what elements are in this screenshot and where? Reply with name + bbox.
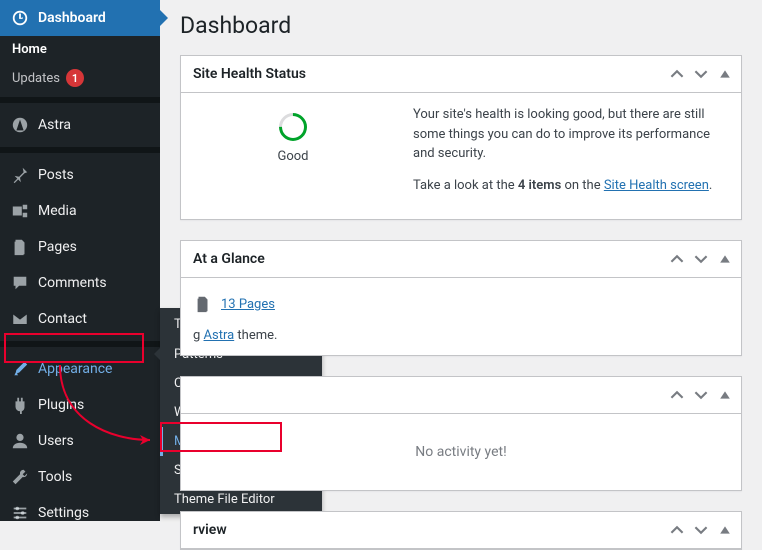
health-status-label: Good [193, 149, 393, 164]
sidebar-item-contact[interactable]: Contact [0, 301, 160, 337]
dashboard-icon [10, 8, 30, 28]
sidebar-item-pages[interactable]: Pages [0, 229, 160, 265]
sidebar-item-media[interactable]: Media [0, 193, 160, 229]
at-a-glance-box: At a Glance 13 Pages g Astra theme. [180, 240, 742, 356]
overview-box: rview [180, 511, 742, 550]
move-up-icon[interactable] [667, 249, 687, 269]
sidebar-pages-label: Pages [38, 239, 77, 255]
site-health-header: Site Health Status [181, 56, 741, 93]
sidebar-separator [0, 97, 160, 103]
sidebar-updates-label: Updates [12, 71, 60, 86]
wrench-icon [10, 467, 30, 487]
sidebar-item-users[interactable]: Users [0, 423, 160, 459]
box-actions [667, 64, 741, 84]
glance-header: At a Glance [181, 241, 741, 278]
settings-icon [10, 503, 30, 523]
activity-body: No activity yet! [181, 414, 741, 490]
overview-title: rview [181, 512, 667, 548]
toggle-icon[interactable] [715, 385, 735, 405]
sidebar-item-plugins[interactable]: Plugins [0, 387, 160, 423]
move-up-icon[interactable] [667, 64, 687, 84]
updates-badge: 1 [66, 69, 84, 87]
site-health-title: Site Health Status [181, 56, 667, 92]
overview-header: rview [181, 512, 741, 549]
sidebar-item-comments[interactable]: Comments [0, 265, 160, 301]
health-circle-icon [273, 107, 313, 147]
site-health-p1: Your site's health is looking good, but … [413, 105, 729, 164]
astra-icon [10, 115, 30, 135]
sidebar-item-dashboard[interactable]: Dashboard [0, 0, 160, 36]
move-up-icon[interactable] [667, 385, 687, 405]
sidebar-settings-label: Settings [38, 505, 89, 521]
toggle-icon[interactable] [715, 520, 735, 540]
glance-pages-link[interactable]: 13 Pages [221, 297, 275, 312]
sidebar-comments-label: Comments [38, 275, 107, 291]
move-down-icon[interactable] [691, 520, 711, 540]
sidebar-item-appearance[interactable]: Appearance [0, 351, 160, 387]
pages-icon [193, 294, 213, 314]
sidebar-tools-label: Tools [38, 469, 72, 485]
sidebar-item-astra[interactable]: Astra [0, 107, 160, 143]
sidebar-posts-label: Posts [38, 167, 74, 183]
content-area: Dashboard Site Health Status Good Your s… [160, 0, 762, 550]
items-count: 4 items [518, 178, 561, 193]
site-health-p2: Take a look at the 4 items on the Site H… [413, 176, 729, 196]
site-health-text: Your site's health is looking good, but … [413, 105, 729, 207]
comment-icon [10, 273, 30, 293]
glance-body: 13 Pages g Astra theme. [181, 278, 741, 355]
glance-pages-row: 13 Pages [193, 290, 729, 318]
box-actions [667, 520, 741, 540]
mail-icon [10, 309, 30, 329]
sidebar-astra-label: Astra [38, 117, 71, 133]
no-activity-text: No activity yet! [193, 426, 729, 478]
site-health-link[interactable]: Site Health screen [604, 178, 709, 193]
sidebar-separator [0, 147, 160, 153]
toggle-icon[interactable] [715, 249, 735, 269]
toggle-icon[interactable] [715, 64, 735, 84]
glance-title: At a Glance [181, 241, 667, 277]
sidebar-separator [0, 341, 160, 347]
glance-theme-line: g Astra theme. [193, 328, 729, 343]
sidebar-contact-label: Contact [38, 311, 87, 327]
sidebar-appearance-label: Appearance [38, 361, 112, 377]
media-icon [10, 201, 30, 221]
sidebar-sub-home[interactable]: Home [0, 36, 160, 63]
move-down-icon[interactable] [691, 249, 711, 269]
pin-icon [10, 165, 30, 185]
user-icon [10, 431, 30, 451]
activity-box: No activity yet! [180, 376, 742, 491]
move-down-icon[interactable] [691, 385, 711, 405]
sidebar-dashboard-label: Dashboard [38, 10, 106, 26]
plug-icon [10, 395, 30, 415]
move-up-icon[interactable] [667, 520, 687, 540]
activity-title [181, 377, 667, 413]
glance-theme-link[interactable]: Astra [204, 328, 235, 343]
box-actions [667, 249, 741, 269]
sidebar-sub-updates[interactable]: Updates 1 [0, 63, 160, 93]
sidebar-plugins-label: Plugins [38, 397, 84, 413]
brush-icon [10, 359, 30, 379]
page-title: Dashboard [180, 0, 742, 55]
sidebar-item-settings[interactable]: Settings [0, 495, 160, 531]
sidebar-item-tools[interactable]: Tools [0, 459, 160, 495]
site-health-gauge: Good [193, 105, 393, 164]
activity-header [181, 377, 741, 414]
admin-sidebar: Dashboard Home Updates 1 Astra Posts Med… [0, 0, 160, 521]
sidebar-media-label: Media [38, 203, 77, 219]
site-health-body: Good Your site's health is looking good,… [181, 93, 741, 219]
page-icon [10, 237, 30, 257]
move-down-icon[interactable] [691, 64, 711, 84]
box-actions [667, 385, 741, 405]
site-health-box: Site Health Status Good Your site's heal… [180, 55, 742, 220]
sidebar-item-posts[interactable]: Posts [0, 157, 160, 193]
sidebar-users-label: Users [38, 433, 74, 449]
